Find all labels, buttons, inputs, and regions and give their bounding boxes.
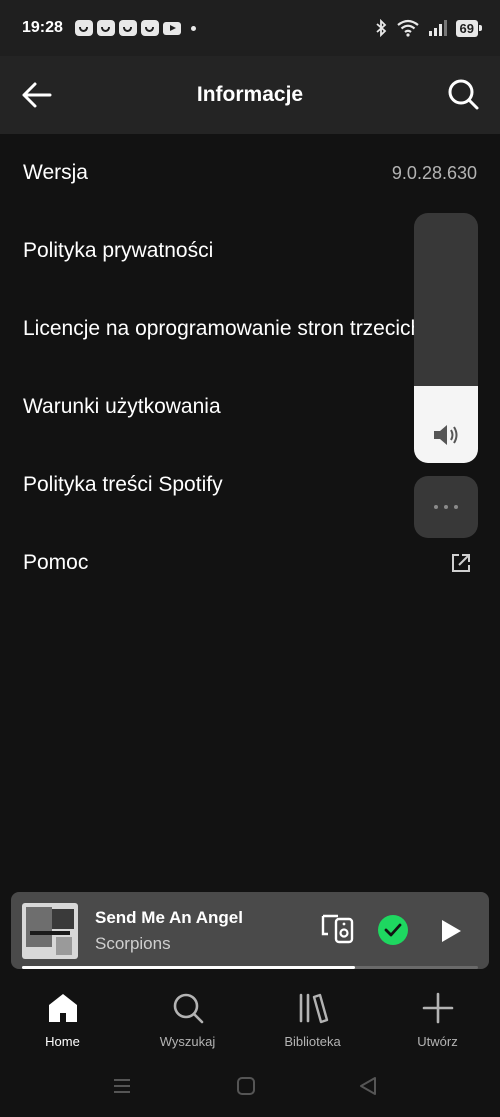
- playback-progress-fill: [22, 966, 355, 969]
- wifi-icon: [396, 19, 419, 37]
- nav-create[interactable]: Utwórz: [375, 978, 500, 1054]
- track-title: Send Me An Angel: [95, 908, 243, 927]
- nav-home-label: Home: [45, 1034, 80, 1049]
- app-notification-icon: [140, 20, 159, 36]
- battery-indicator: 69: [455, 19, 483, 37]
- privacy-policy-label: Polityka prywatności: [23, 239, 214, 262]
- version-label: Wersja: [23, 161, 88, 184]
- search-icon: [173, 993, 203, 1024]
- system-nav-bar: [0, 1054, 500, 1117]
- app-notification-icon: [74, 20, 93, 36]
- external-link-icon: [452, 554, 470, 572]
- dot-icon: [444, 505, 448, 509]
- nav-home[interactable]: Home: [0, 978, 125, 1054]
- version-row: Wersja 9.0.28.630: [0, 134, 500, 212]
- play-icon[interactable]: [439, 918, 463, 944]
- version-value: 9.0.28.630: [391, 162, 477, 183]
- volume-more-options-button[interactable]: [414, 476, 478, 538]
- volume-slider[interactable]: [414, 213, 478, 463]
- status-time: 19:28: [22, 19, 63, 36]
- dot-icon: [454, 505, 458, 509]
- bottom-nav: Home Wyszukaj Biblioteka Utwórz: [0, 978, 500, 1054]
- plus-icon: [422, 992, 453, 1024]
- more-notifications-dot-icon: [190, 25, 196, 31]
- album-art: [22, 903, 78, 959]
- home-button-icon[interactable]: [236, 1076, 256, 1096]
- youtube-icon: [162, 21, 181, 35]
- bluetooth-icon: [375, 19, 386, 37]
- playback-progress-bar: [22, 966, 478, 969]
- terms-of-use-label: Warunki użytkowania: [23, 395, 221, 418]
- system-status: 69: [374, 19, 483, 37]
- app-notification-icon: [96, 20, 115, 36]
- dot-icon: [434, 505, 438, 509]
- signal-icon: [428, 20, 447, 36]
- home-icon: [48, 994, 77, 1022]
- nav-search-label: Wyszukaj: [159, 1034, 216, 1049]
- connect-device-icon[interactable]: [320, 914, 356, 944]
- track-artist: Scorpions: [95, 934, 171, 953]
- search-icon[interactable]: [446, 77, 480, 111]
- nav-create-label: Utwórz: [417, 1034, 458, 1049]
- mini-player[interactable]: Send Me An Angel Scorpions: [11, 892, 489, 969]
- recent-apps-icon[interactable]: [112, 1076, 132, 1096]
- page-title: Informacje: [196, 83, 304, 106]
- content-policy-label: Polityka treści Spotify: [23, 473, 223, 496]
- library-icon: [299, 993, 328, 1024]
- status-bar: 19:28 69: [0, 0, 500, 56]
- notification-icons: [74, 20, 196, 36]
- nav-library[interactable]: Biblioteka: [250, 978, 375, 1054]
- speaker-icon: [434, 425, 458, 445]
- nav-search[interactable]: Wyszukaj: [125, 978, 250, 1054]
- back-arrow-icon[interactable]: [20, 81, 52, 109]
- third-party-licenses-label: Licencje na oprogramowanie stron trzecic…: [23, 317, 423, 340]
- liked-check-icon[interactable]: [377, 914, 409, 946]
- back-button-icon[interactable]: [358, 1076, 378, 1096]
- app-notification-icon: [118, 20, 137, 36]
- help-label: Pomoc: [23, 551, 89, 574]
- app-header: Informacje: [0, 56, 500, 134]
- nav-library-label: Biblioteka: [284, 1034, 341, 1049]
